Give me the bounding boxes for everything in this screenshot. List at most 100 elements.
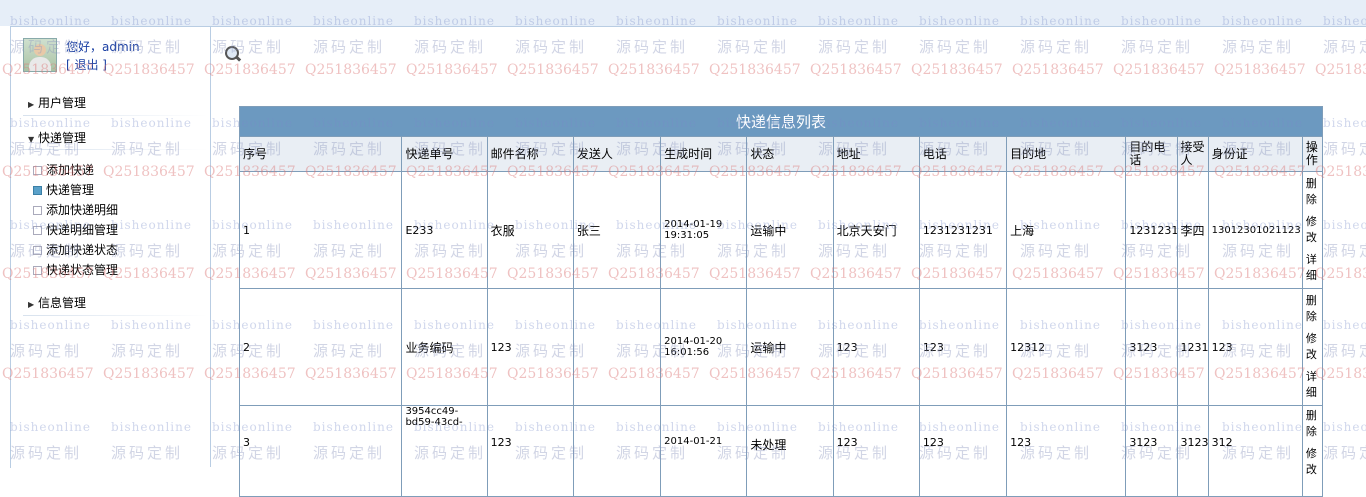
cell-time: 2014-01-19 19:31:05 (660, 171, 748, 289)
cell-no: 1 (238, 171, 403, 289)
column-header: 发送人 (572, 136, 662, 172)
column-header: 身份证 (1207, 136, 1303, 172)
column-header: 邮件名称 (486, 136, 574, 172)
cell-no: 2 (238, 288, 403, 406)
cell-phone: 123 (918, 405, 1008, 497)
cell-status: 运输中 (746, 288, 834, 406)
menu-group-label: 快递管理 (38, 131, 87, 145)
table-row: 3 3954cc49-bd59-43cd- 123 2014-01-21 未处理… (238, 405, 1324, 497)
divider (23, 315, 208, 316)
triangle-down-icon: ▼ (28, 135, 35, 144)
cell-receiver: 李四 (1176, 171, 1209, 289)
cell-sender: 张三 (572, 171, 662, 289)
square-bullet-icon (33, 166, 42, 175)
cell-actions: 删除 修改 (1301, 405, 1324, 497)
edit-link[interactable]: 修改 (1306, 214, 1319, 246)
sidebar: 您好，admin [ 退出 ] ▶ 用户管理 ▼ 快递管理 添加快递 快递管理 添加… (11, 27, 211, 467)
cell-dest-phone: 3123 (1125, 405, 1178, 497)
delete-link[interactable]: 删除 (1306, 408, 1319, 440)
square-bullet-icon (33, 206, 42, 215)
divider (23, 115, 208, 116)
cell-name: 123 (486, 405, 574, 497)
cell-tracking: 业务编码 (401, 288, 488, 406)
divider (23, 149, 208, 150)
edit-link[interactable]: 修改 (1306, 446, 1319, 478)
column-header: 快递单号 (401, 136, 488, 172)
menu-group-users[interactable]: ▶ 用户管理 (28, 94, 86, 111)
search-icon[interactable] (224, 45, 242, 63)
cell-id-card: 312 (1207, 405, 1303, 497)
cell-id-card: 13012301021123 (1207, 171, 1303, 289)
cell-time: 2014-01-21 (660, 405, 748, 497)
avatar (23, 38, 57, 72)
cell-receiver: 1231 (1176, 288, 1209, 406)
table-row: 1 E233 衣服 张三 2014-01-19 19:31:05 运输中 北京天… (238, 171, 1324, 289)
sidebar-item-express-manage[interactable]: 快递管理 (33, 181, 94, 198)
cell-phone: 123 (918, 288, 1008, 406)
sidebar-item-status-manage[interactable]: 快递状态管理 (33, 261, 118, 278)
detail-link[interactable]: 详细 (1306, 252, 1319, 284)
sidebar-item-detail-manage[interactable]: 快递明细管理 (33, 221, 118, 238)
column-header: 目的电话 (1125, 136, 1178, 172)
cell-address: 北京天安门 (832, 171, 920, 289)
column-header: 序号 (238, 136, 403, 172)
cell-sender (572, 288, 662, 406)
cell-no: 3 (238, 405, 403, 497)
column-header: 电话 (918, 136, 1008, 172)
cell-id-card: 123 (1207, 288, 1303, 406)
menu-group-label: 信息管理 (38, 296, 87, 310)
top-strip (0, 0, 1366, 26)
cell-actions: 删除 修改 详细 (1301, 288, 1324, 406)
column-header: 操作 (1301, 136, 1324, 172)
cell-status: 未处理 (746, 405, 834, 497)
square-bullet-icon (33, 226, 42, 235)
sidebar-item-add-status[interactable]: 添加快递状态 (33, 241, 118, 258)
sidebar-item-add-detail[interactable]: 添加快递明细 (33, 201, 118, 218)
greeting-text: 您好，admin (66, 40, 140, 54)
square-bullet-icon (33, 266, 42, 275)
logout-link[interactable]: [ 退出 ] (66, 56, 107, 73)
cell-name: 123 (486, 288, 574, 406)
table-header-row: 序号 快递单号 邮件名称 发送人 生成时间 状态 地址 电话 目的地 目的电话 … (238, 136, 1324, 172)
column-header: 地址 (832, 136, 920, 172)
square-bullet-icon (33, 246, 42, 255)
detail-link[interactable]: 详细 (1306, 369, 1319, 401)
cell-status: 运输中 (746, 171, 834, 289)
column-header: 目的地 (1006, 136, 1127, 172)
sidebar-item-label: 添加快递状态 (46, 243, 119, 257)
cell-tracking: 3954cc49-bd59-43cd- (401, 405, 488, 497)
cell-phone: 1231231231 (918, 171, 1008, 289)
sidebar-item-label: 快递管理 (46, 183, 95, 197)
sidebar-item-label: 添加快递明细 (46, 203, 119, 217)
column-header: 状态 (746, 136, 834, 172)
triangle-right-icon: ▶ (28, 100, 35, 109)
express-table: 快递信息列表 序号 快递单号 邮件名称 发送人 生成时间 状态 地址 电话 目的… (238, 106, 1324, 497)
cell-receiver: 3123 (1176, 405, 1209, 497)
delete-link[interactable]: 删除 (1306, 176, 1319, 208)
cell-address: 123 (832, 288, 920, 406)
triangle-right-icon: ▶ (28, 300, 35, 309)
sidebar-item-label: 添加快递 (46, 163, 95, 177)
menu-group-info[interactable]: ▶ 信息管理 (28, 294, 86, 311)
cell-dest: 12312 (1006, 288, 1127, 406)
cell-dest-phone: 3123 (1125, 288, 1178, 406)
sidebar-item-add-express[interactable]: 添加快递 (33, 161, 94, 178)
sidebar-item-label: 快递明细管理 (46, 223, 119, 237)
cell-dest-phone: 1231231 (1125, 171, 1178, 289)
sidebar-item-label: 快递状态管理 (46, 263, 119, 277)
menu-group-express[interactable]: ▼ 快递管理 (28, 129, 86, 146)
table-row: 2 业务编码 123 2014-01-20 16:01:56 运输中 123 1… (238, 288, 1324, 406)
user-box: 您好，admin [ 退出 ] (23, 38, 208, 78)
cell-name: 衣服 (486, 171, 574, 289)
table-title: 快递信息列表 (239, 106, 1323, 137)
cell-address: 123 (832, 405, 920, 497)
cell-sender (572, 405, 662, 497)
cell-tracking: E233 (401, 171, 488, 289)
column-header: 生成时间 (660, 136, 748, 172)
delete-link[interactable]: 删除 (1306, 293, 1319, 325)
column-header: 接受人 (1176, 136, 1209, 172)
cell-time: 2014-01-20 16:01:56 (660, 288, 748, 406)
square-bullet-icon (33, 186, 42, 195)
menu-group-label: 用户管理 (38, 96, 87, 110)
edit-link[interactable]: 修改 (1306, 331, 1319, 363)
